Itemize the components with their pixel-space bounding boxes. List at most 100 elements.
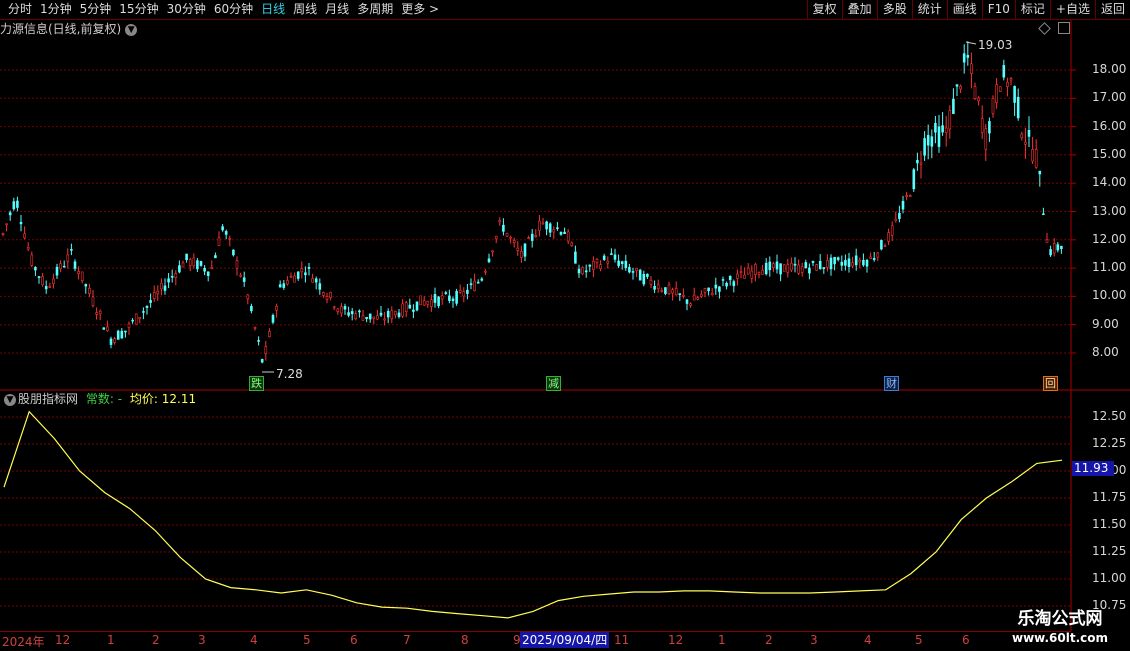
candle [685, 299, 689, 304]
date-tick-label: 1 [107, 633, 115, 647]
candle [800, 266, 804, 273]
candle [898, 212, 901, 219]
candle [160, 282, 163, 290]
candle [458, 290, 462, 293]
candle [556, 227, 559, 229]
candle [642, 274, 646, 285]
candle [109, 338, 113, 345]
date-axis: 2025/09/04/四 2024年 12 1 2 3 4 5 6 7 8 9 11 12 1 2 3 4 5 6 [0, 631, 1071, 651]
candle [304, 272, 307, 276]
candle [628, 267, 631, 273]
candle [998, 86, 1002, 92]
candle [242, 277, 246, 282]
candle [185, 253, 188, 260]
candle [541, 222, 545, 225]
candle [660, 290, 664, 292]
candle [16, 200, 19, 208]
candle [754, 264, 757, 275]
candle [300, 268, 304, 273]
candle [124, 330, 127, 333]
candle [217, 237, 221, 246]
indicator-title-row: ▼ 股朋指标网 常数: - 均价: 12.11 [0, 391, 196, 407]
candle [1045, 239, 1049, 243]
candle [610, 253, 613, 255]
candle [512, 240, 516, 243]
date-tick-label: 11 [614, 633, 630, 647]
candle [455, 290, 458, 304]
candle [955, 84, 959, 87]
candle [250, 306, 253, 312]
candle [919, 162, 923, 165]
candle [534, 235, 538, 238]
candle [451, 298, 455, 302]
candle [296, 271, 300, 279]
high-price-label: 19.03 [978, 38, 1013, 52]
candle [329, 291, 332, 298]
indicator-tick-label: 12.50 [1092, 409, 1127, 423]
candle [37, 276, 41, 278]
candle [365, 316, 368, 320]
candle [948, 110, 952, 130]
candle [322, 292, 325, 296]
candle [30, 254, 34, 266]
chevron-down-icon[interactable]: ▼ [4, 393, 16, 406]
marker-finance[interactable]: 财 [884, 376, 899, 391]
candle [1027, 129, 1031, 137]
candle [779, 263, 782, 275]
candle [1042, 213, 1045, 216]
candle [977, 97, 980, 102]
candle [383, 318, 386, 321]
candle [448, 295, 451, 301]
candle [347, 312, 350, 316]
cursor-date: 2025/09/04/四 [520, 632, 610, 648]
candle [307, 267, 311, 269]
date-tick-label: 4 [250, 633, 258, 647]
date-tick-label: 6 [962, 633, 970, 647]
candle [710, 292, 714, 295]
candle [88, 287, 91, 294]
candle [66, 254, 70, 262]
candle [527, 237, 530, 240]
candle [491, 250, 494, 253]
candle [1031, 149, 1034, 162]
candle [631, 271, 635, 273]
candle [552, 229, 556, 233]
candle [95, 312, 98, 315]
candle [145, 305, 149, 308]
candle [167, 278, 170, 283]
marker-return[interactable]: 回 [1043, 376, 1058, 391]
main-grid [0, 69, 1076, 354]
candle [149, 300, 152, 303]
candle [638, 269, 642, 281]
candle [761, 269, 764, 275]
price-tick-label: 10.00 [1092, 288, 1127, 303]
candle [253, 327, 257, 329]
candle [286, 280, 289, 285]
candle [750, 270, 754, 279]
low-price-label: 7.28 [276, 367, 303, 381]
candle [314, 278, 318, 283]
candlesticks [1, 41, 1063, 364]
candle [206, 271, 210, 276]
candle [559, 231, 563, 235]
candle [26, 247, 30, 250]
candle [142, 311, 145, 313]
candle [952, 98, 955, 114]
candle [739, 271, 743, 273]
candle [768, 261, 772, 271]
candle [790, 262, 793, 271]
candle [876, 252, 880, 258]
candle [203, 267, 206, 272]
candle [214, 255, 217, 259]
price-tick-label: 13.00 [1092, 203, 1127, 218]
marker-drop[interactable]: 跌 [249, 376, 264, 391]
candle [5, 223, 8, 226]
candle [462, 291, 466, 297]
candle [858, 259, 862, 263]
candle [91, 296, 95, 306]
candle [325, 296, 329, 300]
current-value-badge: 11.93 [1072, 461, 1114, 476]
candle [278, 284, 282, 288]
candle [59, 263, 62, 270]
marker-reduce[interactable]: 减 [546, 376, 561, 391]
